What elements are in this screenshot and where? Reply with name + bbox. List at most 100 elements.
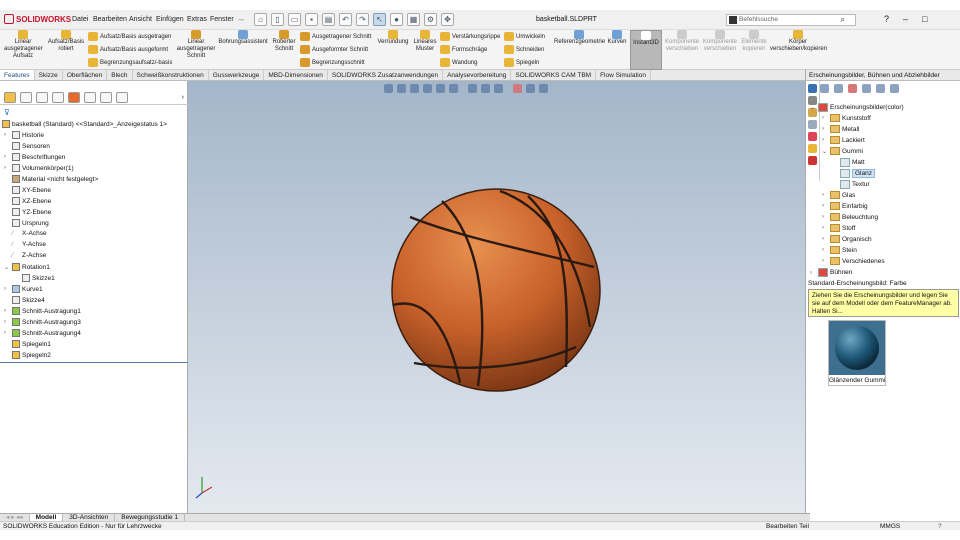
property-manager-tab-icon[interactable] <box>20 92 32 103</box>
lofted-cut-button[interactable]: Ausgeformter Schnitt <box>300 45 368 54</box>
home-icon[interactable]: ⌂ <box>254 13 267 26</box>
expand-arrow-icon[interactable]: › <box>822 126 828 132</box>
minimize-icon[interactable]: – <box>903 14 908 24</box>
tree-item-y-achse[interactable]: ⁄ Y-Achse <box>4 241 46 248</box>
menu-bearbeiten[interactable]: Bearbeiten <box>93 16 127 23</box>
view-palette-tab-icon[interactable] <box>808 120 817 129</box>
feature-manager-tab-icon[interactable] <box>4 92 16 103</box>
boundary-cut-button[interactable]: Begrenzungsschnitt <box>300 58 365 67</box>
extruded-cut-button[interactable]: Linear ausgetragener Schnitt <box>176 30 216 60</box>
rollback-bar[interactable] <box>0 362 188 363</box>
cam-feature-tree-tab-icon[interactable] <box>84 92 96 103</box>
solidworks-logo[interactable]: SOLIDWORKS <box>4 14 71 24</box>
tab-skizze[interactable]: Skizze <box>35 70 63 80</box>
appearance-folder-einfarbig[interactable]: › Einfarbig <box>822 202 868 210</box>
scenes-folder[interactable]: › Bühnen <box>810 268 852 277</box>
select-pointer-icon[interactable]: ↖ <box>373 13 386 26</box>
resources-tab-icon[interactable] <box>808 84 817 93</box>
expand-arrow-icon[interactable]: › <box>810 270 816 276</box>
save-icon[interactable]: ▪ <box>305 13 318 26</box>
tree-item-historie[interactable]: › Historie <box>4 131 44 139</box>
shell-button[interactable]: Wandung <box>440 58 477 67</box>
tree-root[interactable]: basketball (Standard) <<Standard>_Anzeig… <box>2 120 167 128</box>
mirror-button[interactable]: Spiegeln <box>504 58 539 67</box>
tab-features[interactable]: Features <box>0 70 35 80</box>
appearance-folder-glanz[interactable]: Glanz <box>840 169 875 178</box>
tab-mbd-dimensionen[interactable]: MBD-Dimensionen <box>264 70 328 80</box>
expand-arrow-icon[interactable]: › <box>822 247 828 253</box>
tree-item-z-achse[interactable]: ⁄ Z-Achse <box>4 252 46 259</box>
linear-extrude-button[interactable]: Linear ausgetragener Aufsatz <box>4 30 43 60</box>
refresh-icon[interactable] <box>876 84 885 93</box>
swept-boss-button[interactable]: Aufsatz/Basis ausgetragen <box>88 32 171 41</box>
expand-arrow-icon[interactable]: › <box>822 137 828 143</box>
open-folder-icon[interactable]: ▭ <box>288 13 301 26</box>
tree-item-beschriftungen[interactable]: › Beschriftungen <box>4 153 65 161</box>
solidworks-forum-tab-icon[interactable] <box>808 156 817 165</box>
hole-wizard-button[interactable]: Bohrungsassistent <box>218 30 268 46</box>
configuration-manager-tab-icon[interactable] <box>36 92 48 103</box>
tree-item-xz-ebene[interactable]: XZ-Ebene <box>4 197 51 205</box>
tree-item-schnitt-austragung1[interactable]: › Schnitt-Austragung1 <box>4 307 81 315</box>
menu-einfuegen[interactable]: Einfügen <box>156 16 184 23</box>
move-component-button[interactable]: Komponente verschieben <box>664 30 700 53</box>
help-icon[interactable]: ? <box>884 14 889 24</box>
basketball-model[interactable] <box>390 187 602 393</box>
appearance-folder-glas[interactable]: › Glas <box>822 191 855 199</box>
reference-geometry-button[interactable]: Referenzgeometrie <box>554 30 605 46</box>
apply-scene-icon[interactable] <box>513 84 522 93</box>
tab-flow-simulation[interactable]: Flow Simulation <box>596 70 651 80</box>
tree-item-ursprung[interactable]: Ursprung <box>4 219 49 227</box>
wrap-button[interactable]: Umwickeln <box>504 32 545 41</box>
appearance-folder-beleuchtung[interactable]: › Beleuchtung <box>822 213 878 221</box>
revolved-cut-button[interactable]: Rotierter Schnitt <box>270 30 298 53</box>
tree-item-spiegeln1[interactable]: Spiegeln1 <box>4 340 51 348</box>
expand-arrow-icon[interactable]: › <box>822 236 828 242</box>
expand-arrow-icon[interactable]: › <box>822 225 828 231</box>
filter-icon[interactable]: ⊽ <box>4 108 10 117</box>
hide-show-items-icon[interactable] <box>481 84 490 93</box>
collapse-arrow-icon[interactable]: ⌄ <box>822 148 828 155</box>
custom-properties-tab-icon[interactable] <box>808 144 817 153</box>
intersect-button[interactable]: Schneiden <box>504 45 544 54</box>
move-copy-body-button[interactable]: Körper verschieben/kopieren <box>770 30 827 53</box>
graphics-viewport[interactable] <box>188 81 805 513</box>
collapse-arrow-icon[interactable]: ⌄ <box>810 104 816 111</box>
copy-features-button[interactable]: Elemente kopieren <box>740 30 768 53</box>
linear-pattern-button[interactable]: Lineares Muster <box>412 30 438 53</box>
tree-item-skizze4[interactable]: Skizze4 <box>4 296 45 304</box>
curves-button[interactable]: Kurven <box>606 30 628 46</box>
appearance-folder-textur[interactable]: Textur <box>840 180 870 189</box>
appearance-folder-kunststoff[interactable]: › Kunststoff <box>822 114 871 122</box>
tree-item-material[interactable]: Material <nicht festgelegt> <box>4 175 98 183</box>
zoom-to-fit-icon[interactable] <box>384 84 393 93</box>
appearance-folder-root[interactable]: ⌄ Erscheinungsbilder(color) <box>810 103 904 112</box>
tree-item-yz-ebene[interactable]: YZ-Ebene <box>4 208 51 216</box>
customize-icon[interactable]: ✥ <box>441 13 454 26</box>
expand-arrow-icon[interactable]: › <box>4 154 10 160</box>
expand-arrow-icon[interactable]: › <box>4 330 10 336</box>
tree-item-spiegeln2[interactable]: Spiegeln2 <box>4 351 51 359</box>
expand-arrow-icon[interactable]: › <box>4 319 10 325</box>
tab-oberflaechen[interactable]: Oberflächen <box>63 70 108 80</box>
dynamic-annotation-icon[interactable] <box>436 84 445 93</box>
zoom-area-icon[interactable] <box>397 84 406 93</box>
cam-operation-tree-tab-icon[interactable] <box>100 92 112 103</box>
rib-button[interactable]: Verstärkungsrippe <box>440 32 500 41</box>
tab-zusatzanwendungen[interactable]: SOLIDWORKS Zusatzanwendungen <box>328 70 444 80</box>
expand-arrow-icon[interactable]: › <box>4 286 10 292</box>
cam-tools-tab-icon[interactable] <box>116 92 128 103</box>
tab-analysevorbereitung[interactable]: Analysevorbereitung <box>443 70 512 80</box>
undo-icon[interactable]: ↶ <box>339 13 352 26</box>
expand-arrow-icon[interactable]: › <box>822 214 828 220</box>
maximize-icon[interactable]: □ <box>922 14 927 24</box>
tab-schweisskonstruktionen[interactable]: Schweißkonstruktionen <box>133 70 209 80</box>
forward-icon[interactable] <box>834 84 843 93</box>
print-icon[interactable]: ▤ <box>322 13 335 26</box>
tree-item-volumenkoerper[interactable]: › Volumenkörper(1) <box>4 164 74 172</box>
tree-item-rotation1[interactable]: ⌄ Rotation1 <box>4 263 50 271</box>
tab-blech[interactable]: Blech <box>107 70 133 80</box>
display-manager-tab-icon[interactable] <box>68 92 80 103</box>
tree-item-schnitt-austragung3[interactable]: › Schnitt-Austragung3 <box>4 318 81 326</box>
move-component-2-button[interactable]: Komponente verschieben <box>702 30 738 53</box>
